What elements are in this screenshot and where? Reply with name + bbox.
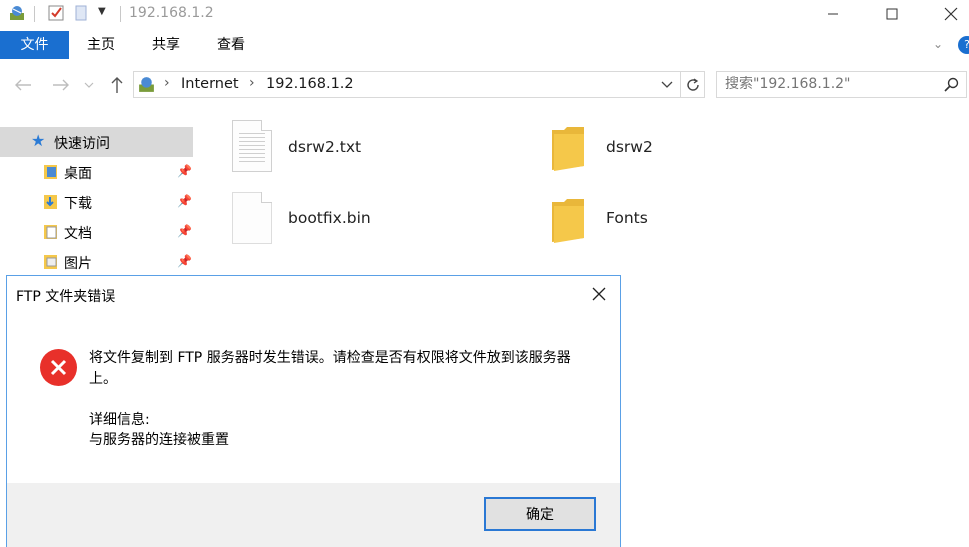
- downloads-folder-icon: [44, 195, 57, 209]
- desktop-folder-icon: [44, 165, 57, 179]
- error-icon: [40, 349, 77, 386]
- folder-item[interactable]: dsrw2: [550, 120, 750, 180]
- arrow-right-icon: [53, 79, 69, 91]
- close-icon: [592, 287, 606, 301]
- navigation-pane: ★ 快速访问 桌面 📌 下载 📌 文档 📌 图片 📌: [0, 108, 196, 278]
- breadcrumb-separator-icon[interactable]: ›: [249, 75, 255, 91]
- pin-icon[interactable]: 📌: [177, 254, 192, 268]
- tab-file[interactable]: 文件: [0, 31, 69, 59]
- folder-item[interactable]: Fonts: [550, 192, 750, 252]
- divider: [120, 6, 121, 22]
- search-icon[interactable]: [944, 77, 960, 93]
- file-name: dsrw2.txt: [288, 138, 362, 156]
- up-button[interactable]: [106, 74, 128, 96]
- sidebar-item-documents[interactable]: 文档 📌: [0, 217, 193, 247]
- sidebar-item-desktop[interactable]: 桌面 📌: [0, 157, 193, 187]
- expand-ribbon-icon[interactable]: ⌄: [933, 37, 943, 51]
- blank-file-icon: [232, 192, 272, 244]
- folder-name: dsrw2: [606, 138, 653, 156]
- breadcrumb-current[interactable]: 192.168.1.2: [266, 76, 354, 92]
- file-item[interactable]: bootfix.bin: [232, 192, 432, 252]
- customize-toolbar-icon[interactable]: ▼: [98, 6, 106, 17]
- breadcrumb-internet[interactable]: Internet: [181, 76, 239, 92]
- recent-locations-button[interactable]: [82, 74, 96, 96]
- back-button[interactable]: [12, 74, 34, 96]
- tab-home[interactable]: 主页: [80, 31, 122, 59]
- divider: [34, 6, 35, 22]
- divider: [680, 72, 681, 97]
- search-input[interactable]: [725, 76, 935, 92]
- sidebar-item-label: 快速访问: [54, 136, 110, 152]
- maximize-icon: [886, 8, 898, 20]
- title-bar: ▼ 192.168.1.2: [0, 0, 969, 30]
- file-item[interactable]: dsrw2.txt: [232, 120, 432, 180]
- folder-name: Fonts: [606, 209, 648, 227]
- sidebar-item-label: 图片: [64, 256, 92, 272]
- arrow-up-icon: [111, 77, 123, 93]
- sidebar-item-label: 桌面: [64, 166, 92, 182]
- pin-icon[interactable]: 📌: [177, 164, 192, 178]
- search-box[interactable]: [716, 71, 967, 98]
- properties-icon[interactable]: [47, 4, 65, 22]
- dialog-close-button[interactable]: [583, 280, 615, 308]
- error-message: 将文件复制到 FTP 服务器时发生错误。请检查是否有权限将文件放到该服务器上。: [89, 350, 571, 387]
- sidebar-item-quick-access[interactable]: ★ 快速访问: [0, 127, 193, 157]
- pin-icon[interactable]: 📌: [177, 224, 192, 238]
- folder-icon: [552, 199, 584, 243]
- details-text: 与服务器的连接被重置: [89, 432, 229, 448]
- dialog-footer: 确定: [7, 483, 620, 547]
- sidebar-item-label: 下载: [64, 196, 92, 212]
- new-folder-icon[interactable]: [72, 4, 90, 22]
- pin-icon[interactable]: 📌: [177, 194, 192, 208]
- close-icon: [944, 7, 958, 21]
- help-icon[interactable]: ?: [958, 36, 969, 54]
- star-icon: ★: [31, 131, 46, 150]
- minimize-button[interactable]: [805, 0, 861, 28]
- pictures-folder-icon: [44, 255, 57, 269]
- folder-icon: [552, 127, 584, 171]
- details-heading: 详细信息:: [89, 412, 150, 428]
- address-bar[interactable]: › Internet › 192.168.1.2: [133, 71, 705, 98]
- close-window-button[interactable]: [923, 0, 969, 28]
- chevron-down-icon: [84, 82, 94, 88]
- forward-button[interactable]: [50, 74, 72, 96]
- arrow-left-icon: [15, 79, 31, 91]
- ribbon-tabs: 文件 主页 共享 查看 ⌄ ?: [0, 31, 969, 61]
- network-location-icon[interactable]: [8, 4, 26, 22]
- sidebar-item-downloads[interactable]: 下载 📌: [0, 187, 193, 217]
- documents-folder-icon: [44, 225, 57, 239]
- tab-share[interactable]: 共享: [145, 31, 187, 59]
- breadcrumb-separator-icon[interactable]: ›: [164, 75, 170, 91]
- refresh-icon[interactable]: [684, 76, 702, 94]
- network-location-icon: [139, 77, 154, 92]
- ftp-error-dialog: FTP 文件夹错误 将文件复制到 FTP 服务器时发生错误。请检查是否有权限将文…: [6, 275, 621, 547]
- address-dropdown-icon[interactable]: [661, 81, 673, 89]
- maximize-button[interactable]: [864, 0, 920, 28]
- ok-button[interactable]: 确定: [484, 497, 596, 531]
- tab-view[interactable]: 查看: [210, 31, 252, 59]
- text-document-icon: [232, 120, 272, 172]
- window-title: 192.168.1.2: [129, 5, 214, 21]
- file-name: bootfix.bin: [288, 209, 371, 227]
- sidebar-item-pictures[interactable]: 图片 📌: [0, 247, 193, 277]
- dialog-title: FTP 文件夹错误: [16, 289, 116, 305]
- minimize-icon: [828, 13, 838, 15]
- sidebar-item-label: 文档: [64, 226, 92, 242]
